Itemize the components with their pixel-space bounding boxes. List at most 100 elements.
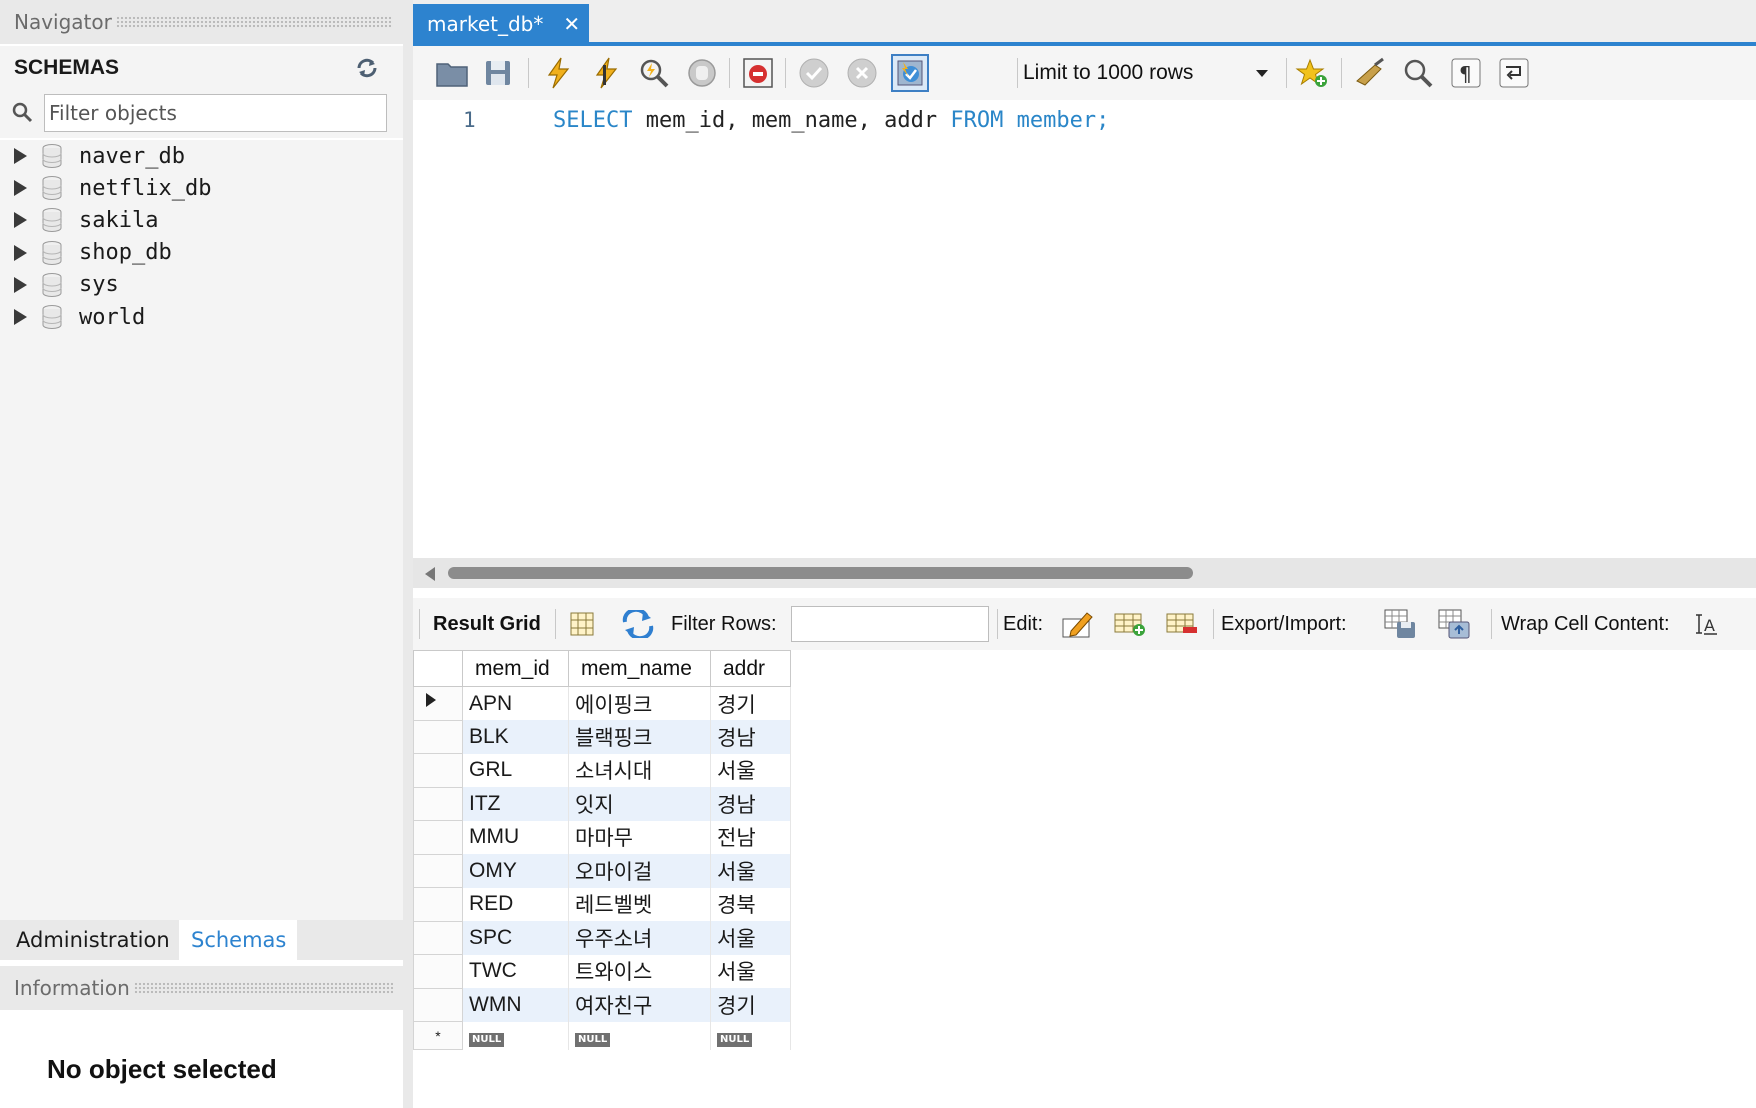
grid-cell-null[interactable]: NULL bbox=[462, 1021, 569, 1050]
table-row[interactable]: RED 레드벨벳 경북 bbox=[413, 887, 791, 922]
grid-cell[interactable]: 경남 bbox=[710, 787, 791, 821]
grid-cell[interactable]: TWC bbox=[462, 954, 569, 988]
grid-cell[interactable]: 블랙핑크 bbox=[568, 720, 711, 754]
invisible-chars-button[interactable]: ¶ bbox=[1447, 54, 1485, 92]
column-header-addr[interactable]: addr bbox=[710, 650, 791, 687]
table-row[interactable]: BLK 블랙핑크 경남 bbox=[413, 719, 791, 754]
grid-cell[interactable]: 경북 bbox=[710, 887, 791, 921]
grid-cell[interactable]: 서울 bbox=[710, 921, 791, 955]
filter-objects-input[interactable] bbox=[44, 94, 387, 132]
grid-cell[interactable]: MMU bbox=[462, 820, 569, 854]
grid-cell[interactable]: ITZ bbox=[462, 787, 569, 821]
grid-cell[interactable]: APN bbox=[462, 686, 569, 720]
rollback-button[interactable] bbox=[843, 54, 881, 92]
table-row[interactable]: MMU 마마무 전남 bbox=[413, 820, 791, 855]
row-header[interactable] bbox=[413, 954, 463, 989]
grid-cell[interactable]: 경기 bbox=[710, 686, 791, 720]
stop-button[interactable] bbox=[683, 54, 721, 92]
schema-item[interactable]: sys bbox=[14, 269, 119, 301]
export-button[interactable] bbox=[1383, 598, 1419, 650]
execute-current-button[interactable] bbox=[587, 54, 625, 92]
add-row-button[interactable] bbox=[1113, 598, 1147, 650]
refresh-icon[interactable] bbox=[355, 58, 379, 78]
expand-arrow-icon[interactable] bbox=[14, 309, 27, 325]
grid-cell[interactable]: 소녀시대 bbox=[568, 753, 711, 787]
import-button[interactable] bbox=[1437, 598, 1473, 650]
grid-cell[interactable]: 레드벨벳 bbox=[568, 887, 711, 921]
grid-cell[interactable]: 서울 bbox=[710, 954, 791, 988]
grid-cell[interactable]: 마마무 bbox=[568, 820, 711, 854]
scrollbar-thumb[interactable] bbox=[448, 567, 1193, 579]
grid-cell[interactable]: WMN bbox=[462, 988, 569, 1022]
row-header[interactable] bbox=[413, 786, 463, 821]
close-icon[interactable]: ✕ bbox=[563, 12, 580, 36]
commit-button[interactable] bbox=[795, 54, 833, 92]
grid-cell[interactable]: 서울 bbox=[710, 854, 791, 888]
grid-cell[interactable]: 여자친구 bbox=[568, 988, 711, 1022]
table-row[interactable]: APN 에이핑크 경기 bbox=[413, 686, 791, 721]
grid-cell[interactable]: RED bbox=[462, 887, 569, 921]
row-header[interactable] bbox=[413, 887, 463, 922]
table-row[interactable]: TWC 트와이스 서울 bbox=[413, 954, 791, 989]
row-header[interactable] bbox=[413, 853, 463, 888]
word-wrap-button[interactable] bbox=[1495, 54, 1533, 92]
find-button[interactable] bbox=[1399, 54, 1437, 92]
result-grid-tab[interactable]: Result Grid bbox=[433, 598, 541, 650]
scroll-left-arrow-icon[interactable] bbox=[425, 567, 435, 581]
stop-on-error-button[interactable] bbox=[739, 54, 777, 92]
sql-statement[interactable]: SELECT mem_id, mem_name, addr FROM membe… bbox=[553, 108, 1109, 133]
open-file-button[interactable] bbox=[433, 54, 471, 92]
execute-button[interactable] bbox=[539, 54, 577, 92]
schema-item[interactable]: shop_db bbox=[14, 237, 172, 269]
filter-rows-input[interactable] bbox=[791, 606, 989, 642]
expand-arrow-icon[interactable] bbox=[14, 148, 27, 164]
table-row[interactable]: SPC 우주소녀 서울 bbox=[413, 920, 791, 955]
grid-cell-null[interactable]: NULL bbox=[568, 1021, 711, 1050]
expand-arrow-icon[interactable] bbox=[14, 276, 27, 293]
grid-cell[interactable]: 우주소녀 bbox=[568, 921, 711, 955]
tab-administration[interactable]: Administration bbox=[4, 920, 176, 960]
expand-arrow-icon[interactable] bbox=[14, 180, 27, 197]
tab-schemas[interactable]: Schemas bbox=[179, 920, 297, 960]
grid-cell-null[interactable]: NULL bbox=[710, 1021, 791, 1050]
row-header[interactable] bbox=[413, 686, 463, 721]
grid-cell[interactable]: OMY bbox=[462, 854, 569, 888]
table-row[interactable]: ITZ 잇지 경남 bbox=[413, 786, 791, 821]
schema-item[interactable]: sakila bbox=[14, 204, 158, 236]
explain-button[interactable] bbox=[635, 54, 673, 92]
limit-rows-select[interactable]: Limit to 1000 rows bbox=[1023, 54, 1278, 92]
grid-cell[interactable]: 경남 bbox=[710, 720, 791, 754]
beautify-button[interactable] bbox=[1351, 54, 1389, 92]
grid-cell[interactable]: GRL bbox=[462, 753, 569, 787]
grid-cell[interactable]: 에이핑크 bbox=[568, 686, 711, 720]
table-row[interactable]: GRL 소녀시대 서울 bbox=[413, 753, 791, 788]
grid-cell[interactable]: 오마이걸 bbox=[568, 854, 711, 888]
table-row[interactable]: OMY 오마이걸 서울 bbox=[413, 853, 791, 888]
sql-editor[interactable]: 1 SELECT mem_id, mem_name, addr FROM mem… bbox=[413, 100, 1756, 558]
schema-item[interactable]: naver_db bbox=[14, 140, 185, 172]
delete-row-button[interactable] bbox=[1165, 598, 1199, 650]
grid-cell[interactable]: SPC bbox=[462, 921, 569, 955]
grid-cell[interactable]: 트와이스 bbox=[568, 954, 711, 988]
schema-item[interactable]: netflix_db bbox=[14, 172, 211, 204]
table-row[interactable]: WMN 여자친구 경기 bbox=[413, 987, 791, 1022]
expand-arrow-icon[interactable] bbox=[14, 244, 27, 261]
refresh-results-button[interactable] bbox=[621, 598, 655, 650]
row-header[interactable] bbox=[413, 920, 463, 955]
new-row-marker[interactable]: * bbox=[413, 1021, 463, 1050]
new-row[interactable]: * NULL NULL NULL bbox=[413, 1021, 791, 1050]
form-view-button[interactable] bbox=[569, 598, 595, 650]
panel-splitter[interactable] bbox=[403, 0, 413, 1108]
grid-cell[interactable]: BLK bbox=[462, 720, 569, 754]
grid-cell[interactable]: 경기 bbox=[710, 988, 791, 1022]
column-header-mem-id[interactable]: mem_id bbox=[462, 650, 569, 687]
row-header[interactable] bbox=[413, 719, 463, 754]
grid-cell[interactable]: 전남 bbox=[710, 820, 791, 854]
autocommit-toggle[interactable] bbox=[891, 54, 929, 92]
grid-cell[interactable]: 서울 bbox=[710, 753, 791, 787]
row-header[interactable] bbox=[413, 753, 463, 788]
expand-arrow-icon[interactable] bbox=[14, 212, 27, 229]
add-snippet-button[interactable] bbox=[1293, 54, 1331, 92]
schema-item[interactable]: world bbox=[14, 301, 145, 333]
row-header[interactable] bbox=[413, 987, 463, 1022]
